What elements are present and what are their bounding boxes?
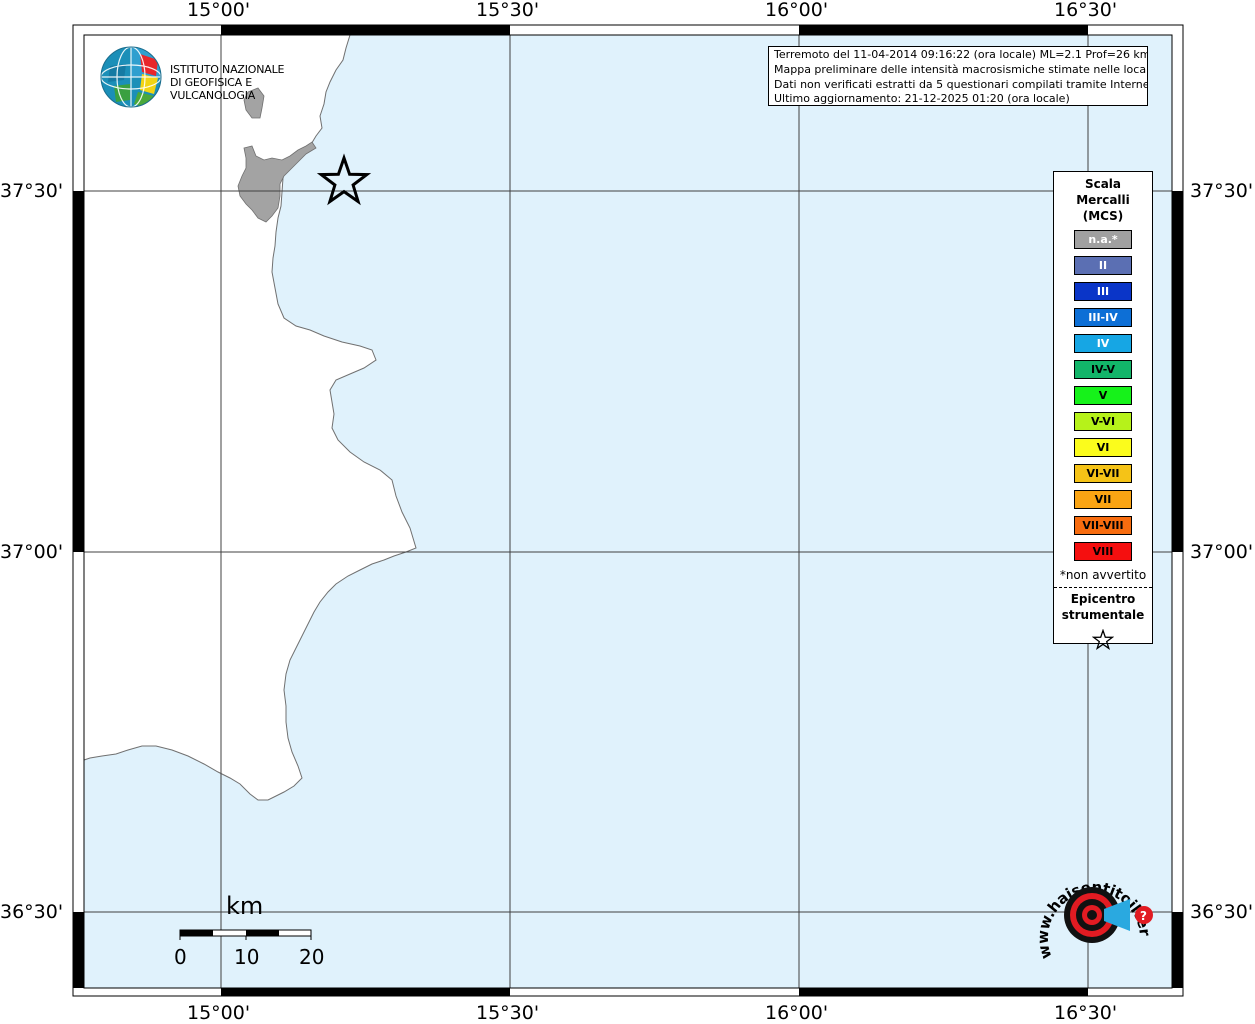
legend-item-intensity: VII <box>1074 490 1132 509</box>
legend-items: n.a.* II III III-IV IV IV-V V V-VI VI VI-VII VII VI… <box>1054 230 1152 561</box>
star-icon <box>1091 628 1115 651</box>
haisentito-logo-icon: www.haisentitoilterremoto.it ? <box>1024 851 1154 961</box>
legend-note: *non avvertito <box>1059 568 1147 582</box>
lon-label-top: 16°00' <box>765 0 829 21</box>
scale-tick-20: 20 <box>299 945 325 969</box>
legend-epicenter-line2: strumentale <box>1061 608 1145 622</box>
lon-label-bottom: 15°30' <box>476 1002 540 1024</box>
legend-epicenter-line1: Epicentro <box>1070 592 1136 606</box>
legend-star <box>1054 628 1152 655</box>
lat-label-right: 37°00' <box>1190 541 1254 563</box>
svg-text:?: ? <box>1140 909 1147 923</box>
legend-item-intensity: II <box>1074 256 1132 275</box>
info-line-event: Terremoto del 11-04-2014 09:16:22 (ora l… <box>774 48 1148 61</box>
lon-label-top: 15°30' <box>476 0 540 21</box>
legend-epicenter-label: Epicentro strumentale <box>1054 591 1152 623</box>
info-line-updated: Ultimo aggiornamento: 21-12-2025 01:20 (… <box>774 92 1070 106</box>
lon-label-top: 16°30' <box>1054 0 1118 21</box>
intensity-legend: Scala Mercalli (MCS) n.a.* II III III-IV IV I… <box>1053 171 1153 651</box>
lat-label-left: 36°30' <box>0 901 64 923</box>
info-line-source: Dati non verificati estratti da 5 questi… <box>774 77 1148 91</box>
lon-label-bottom: 16°30' <box>1054 1002 1118 1024</box>
scale-unit: km <box>226 892 264 920</box>
ingv-name-line2: DI GEOFISICA E VULCANOLOGIA <box>170 76 256 102</box>
info-line-description: Mappa preliminare delle intensità macros… <box>774 62 1148 76</box>
ingv-logo: ISTITUTO NAZIONALE DI GEOFISICA E VULCAN… <box>100 46 320 110</box>
legend-item-intensity: III <box>1074 282 1132 301</box>
legend-title-line3: (MCS) <box>1082 209 1124 223</box>
earthquake-info-box: Terremoto del 11-04-2014 09:16:22 (ora l… <box>768 46 1148 106</box>
legend-item-intensity: VII-VIII <box>1074 516 1132 535</box>
legend-item-intensity: IV-V <box>1074 360 1132 379</box>
legend-separator <box>1054 587 1152 588</box>
legend-item-intensity: VI <box>1074 438 1132 457</box>
lat-label-right: 36°30' <box>1190 901 1254 923</box>
lon-label-bottom: 15°00' <box>187 1002 251 1024</box>
legend-item-intensity: V-VI <box>1074 412 1132 431</box>
legend-title-line2: Mercalli <box>1076 193 1130 207</box>
legend-item-intensity: IV <box>1074 334 1132 353</box>
legend-title-line1: Scala <box>1084 177 1122 191</box>
lat-label-left: 37°00' <box>0 541 64 563</box>
lon-label-bottom: 16°00' <box>765 1002 829 1024</box>
globe-icon <box>100 46 162 108</box>
lon-label-top: 15°00' <box>187 0 251 21</box>
legend-item-intensity: VIII <box>1074 542 1132 561</box>
legend-item-intensity: III-IV <box>1074 308 1132 327</box>
legend-item-intensity: n.a.* <box>1074 230 1132 249</box>
haisentito-logo: www.haisentitoilterremoto.it ? <box>1024 851 1162 975</box>
legend-item-intensity: V <box>1074 386 1132 405</box>
ingv-name: ISTITUTO NAZIONALE DI GEOFISICA E VULCAN… <box>170 63 320 102</box>
lat-label-left: 37°30' <box>0 180 64 202</box>
ingv-name-line1: ISTITUTO NAZIONALE <box>170 63 285 76</box>
scale-tick-10: 10 <box>234 945 260 969</box>
legend-title: Scala Mercalli (MCS) <box>1054 176 1152 224</box>
scale-tick-0: 0 <box>174 945 187 969</box>
legend-item-intensity: VI-VII <box>1074 464 1132 483</box>
lat-label-right: 37°30' <box>1190 180 1254 202</box>
